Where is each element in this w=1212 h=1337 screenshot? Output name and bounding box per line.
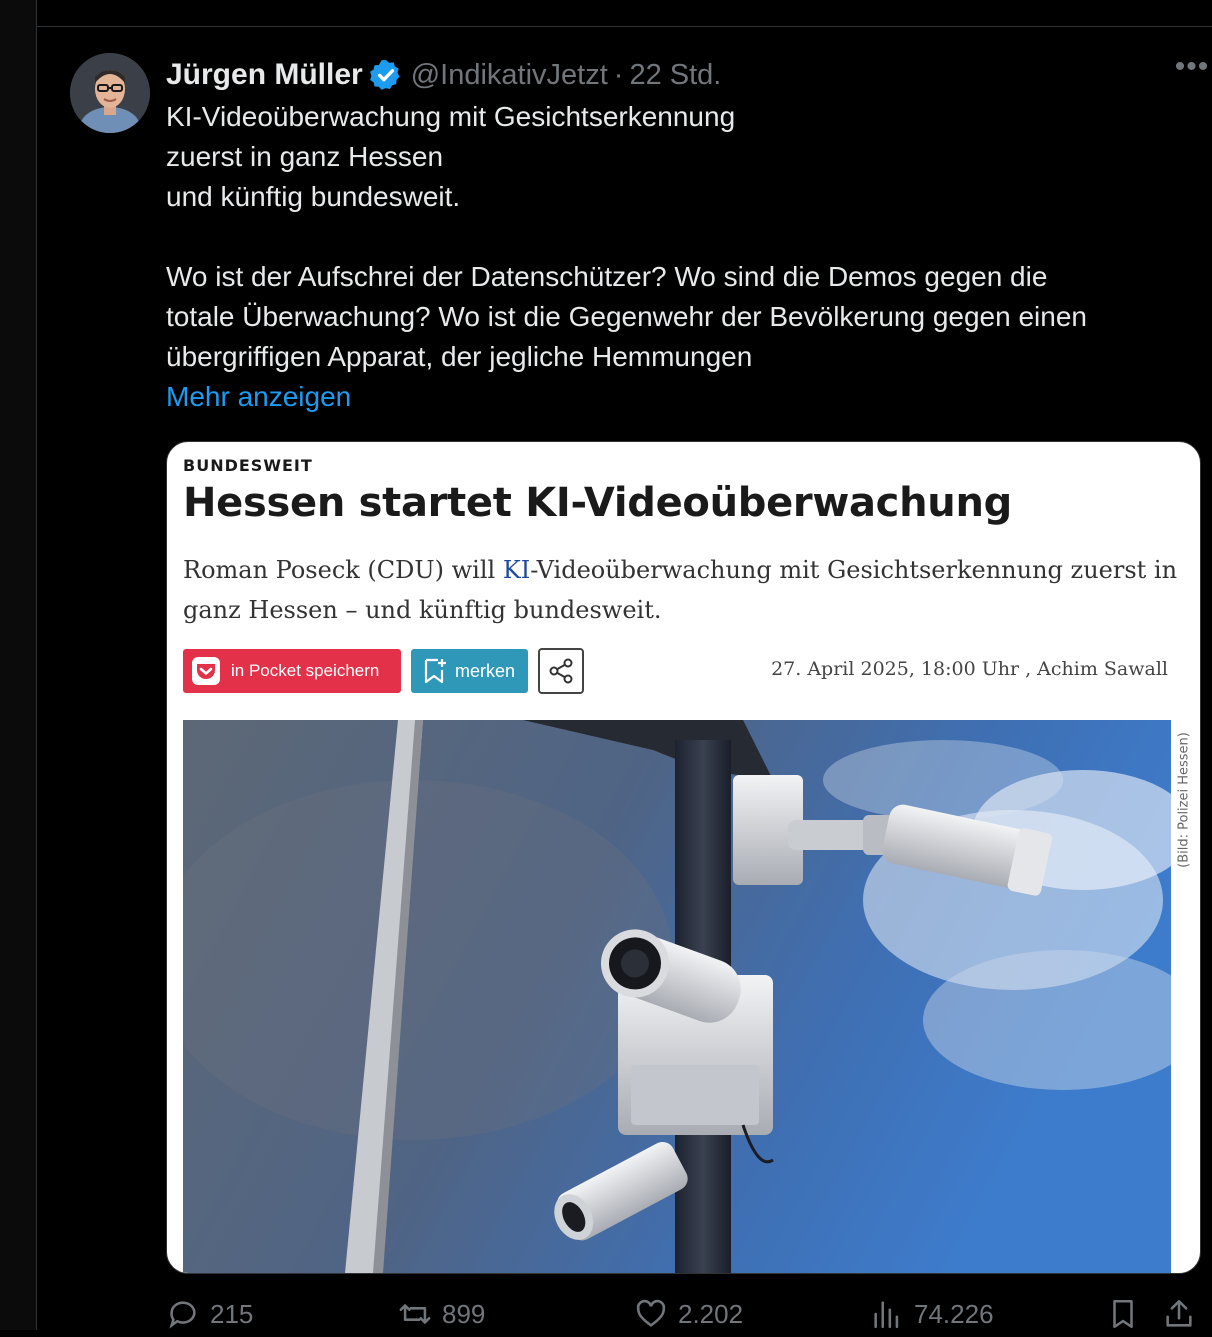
- reply-button[interactable]: 215: [166, 1297, 253, 1331]
- tweet-text-line: KI-Videoüberwachung mit Gesichtserkennun…: [166, 101, 736, 132]
- heart-icon: [636, 1299, 666, 1327]
- article-lead-line: ganz Hessen – und künftig bundesweit.: [183, 596, 662, 624]
- article-lead: Roman Poseck (CDU) will KI-Videoüberwach…: [183, 550, 1183, 630]
- article-lead-line: Roman Poseck (CDU) will KI-Videoüberwach…: [183, 550, 1183, 590]
- ki-link: KI: [502, 556, 531, 584]
- article-kicker: BUNDESWEIT: [183, 456, 313, 475]
- share-post-button[interactable]: [1162, 1297, 1206, 1331]
- action-bar: 215 899 2.202 74.226: [166, 1297, 1212, 1337]
- reply-icon: [169, 1301, 196, 1329]
- tweet-text-line: und künftig bundesweit.: [166, 181, 461, 212]
- lead-text: Roman Poseck (CDU) will: [183, 556, 503, 584]
- pocket-save-button: in Pocket speichern: [183, 649, 401, 693]
- tweet-header: Jürgen Müller @IndikativJetzt · 22 Std.: [166, 55, 721, 95]
- tweet-text-line: Wo ist der Aufschrei der Datenschützer? …: [166, 261, 1048, 292]
- article-meta: 27. April 2025, 18:00 Uhr , Achim Sawall: [771, 658, 1168, 680]
- share-icon: [549, 658, 573, 684]
- merken-label: merken: [455, 660, 516, 681]
- merken-button: merken: [411, 649, 528, 693]
- views-count: 74.226: [914, 1298, 994, 1329]
- tweet-text: KI-Videoüberwachung mit Gesichtserkennun…: [166, 97, 1206, 377]
- separator-dot: ·: [613, 58, 624, 91]
- photo-illustration: [183, 720, 1171, 1273]
- author-name[interactable]: Jürgen Müller: [166, 58, 363, 92]
- views-button[interactable]: 74.226: [870, 1297, 994, 1331]
- like-button[interactable]: 2.202: [634, 1297, 743, 1331]
- tweet-text-line: zuerst in ganz Hessen: [166, 141, 444, 172]
- timestamp[interactable]: 22 Std.: [629, 59, 721, 92]
- surveillance-camera-photo: [183, 720, 1171, 1273]
- attached-image-card[interactable]: BUNDESWEIT Hessen startet KI-Videoüberwa…: [166, 441, 1201, 1274]
- avatar[interactable]: [70, 53, 150, 133]
- repost-count: 899: [442, 1298, 486, 1329]
- bookmark-icon: [1113, 1299, 1133, 1329]
- verified-badge-icon[interactable]: [369, 58, 403, 92]
- reply-count: 215: [210, 1298, 254, 1329]
- photo-credit: (Bild: Polizei Hessen): [1171, 720, 1197, 880]
- repost-button[interactable]: 899: [398, 1297, 485, 1331]
- left-gutter: [0, 0, 37, 1330]
- tweet[interactable]: Jürgen Müller @IndikativJetzt · 22 Std. …: [37, 27, 1212, 1330]
- bookmark-plus-icon: [424, 658, 446, 684]
- more-options-icon[interactable]: •••: [1172, 52, 1212, 87]
- share-upload-icon: [1166, 1299, 1192, 1327]
- show-more-link[interactable]: Mehr anzeigen: [166, 377, 351, 417]
- lead-text: -Videoüberwachung mit Gesichtserkennung …: [530, 556, 1178, 584]
- views-chart-icon: [874, 1301, 899, 1329]
- bookmark-button[interactable]: [1106, 1297, 1150, 1331]
- article-headline: Hessen startet KI-Videoüberwachung: [183, 480, 1012, 526]
- share-button: [538, 648, 584, 694]
- tweet-text-line: totale Überwachung? Wo ist die Gegenwehr…: [166, 301, 1087, 332]
- photo-credit-text: (Bild: Polizei Hessen): [1176, 732, 1192, 868]
- pocket-save-label: in Pocket speichern: [231, 661, 380, 680]
- tweet-text-line: übergriffigen Apparat, der jegliche Hemm…: [166, 341, 753, 372]
- avatar-image: [70, 53, 150, 133]
- like-count: 2.202: [678, 1298, 744, 1329]
- author-handle[interactable]: @IndikativJetzt: [411, 59, 608, 92]
- repost-icon: [399, 1304, 431, 1324]
- pocket-icon: [192, 657, 220, 685]
